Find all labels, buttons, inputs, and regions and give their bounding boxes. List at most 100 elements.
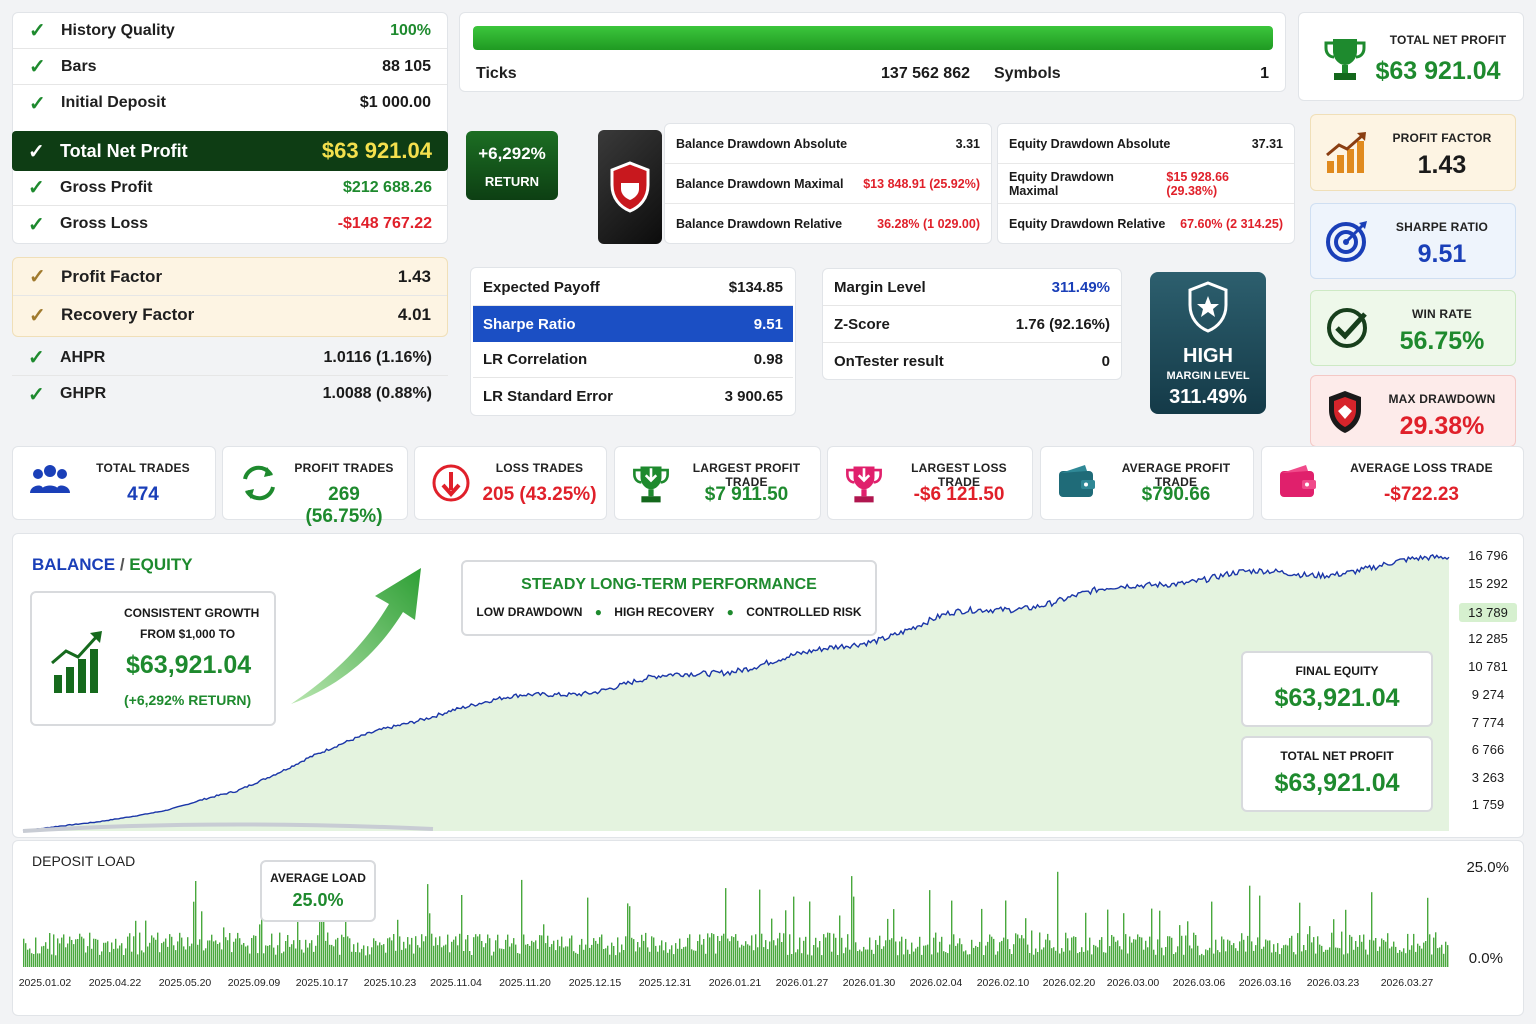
deposit-load-bar (1193, 932, 1195, 967)
deposit-load-bar (1019, 938, 1021, 967)
deposit-load-bar (1399, 950, 1401, 967)
stat-label-wrap: ✓ History Quality (29, 18, 175, 43)
average-load-box: AVERAGE LOAD 25.0% (260, 860, 376, 922)
drawdown-label: Equity Drawdown Maximal (1009, 169, 1114, 198)
deposit-load-bar (1305, 950, 1307, 967)
stat-row: ✓ History Quality 100% (13, 13, 447, 49)
deposit-load-bar (243, 943, 245, 967)
drawdown-value: 37.31 (1251, 136, 1283, 151)
deposit-load-bar (1091, 954, 1093, 967)
drawdown-label: Balance Drawdown Maximal (676, 176, 844, 191)
deposit-load-bar (339, 954, 341, 967)
deposit-load-bar (373, 938, 375, 967)
deposit-load-bar (187, 937, 189, 967)
deposit-load-bar (915, 948, 917, 967)
deposit-load-bar (477, 936, 479, 967)
total-net-profit-highlight: ✓ Total Net Profit $63 921.04 (12, 131, 448, 171)
deposit-load-bar (945, 952, 947, 967)
deposit-load-bar (911, 942, 913, 967)
deposit-load-bar (723, 933, 725, 967)
deposit-load-bar (729, 941, 731, 967)
performance-box: STEADY LONG-TERM PERFORMANCE LOW DRAWDOW… (461, 560, 877, 636)
stat-label: AHPR (60, 348, 106, 366)
deposit-load-bar (449, 952, 451, 967)
deposit-load-bar (1017, 934, 1019, 967)
deposit-load-bar (955, 945, 957, 967)
deposit-load-bar (695, 950, 697, 967)
deposit-load-bar (509, 946, 511, 967)
deposit-load-bar (47, 948, 49, 967)
deposit-load-bar (231, 952, 233, 967)
deposit-load-bar (705, 953, 707, 967)
stat-value: 88 105 (382, 57, 431, 75)
deposit-load-bar (25, 943, 27, 967)
deposit-load-bar (165, 938, 167, 967)
deposit-load-bar (521, 879, 523, 967)
deposit-load-bar (787, 954, 789, 967)
payoff-value: 3 900.65 (724, 387, 783, 405)
chart-title-equity: EQUITY (129, 555, 193, 574)
deposit-load-bar (1169, 936, 1171, 967)
deposit-load-bar (579, 944, 581, 967)
deposit-load-bar (845, 947, 847, 967)
deposit-load-bar (1361, 941, 1363, 967)
deposit-load-bar (1115, 941, 1117, 967)
deposit-load-bar (755, 934, 757, 967)
deposit-load-bar (369, 954, 371, 967)
deposit-load-bar (973, 947, 975, 967)
deposit-load-bar (583, 949, 585, 967)
deposit-load-bar (551, 944, 553, 967)
deposit-load-bar (469, 951, 471, 967)
payoff-row: LR Correlation 0.98 (473, 342, 793, 378)
deposit-load-bar (197, 944, 199, 967)
deposit-load-bar (721, 935, 723, 967)
deposit-load-bar (867, 949, 869, 967)
deposit-load-bar (427, 884, 429, 967)
deposit-load-bar (1131, 942, 1133, 967)
total-net-profit-box: TOTAL NET PROFIT $63,921.04 (1241, 736, 1433, 812)
stat-label: Gross Loss (60, 215, 149, 232)
deposit-load-bar (737, 940, 739, 967)
deposit-load-bar (569, 938, 571, 967)
deposit-load-bar (833, 933, 835, 967)
deposit-load-bar (127, 936, 129, 967)
growth-chart-icon (51, 631, 102, 693)
deposit-load-bar (917, 946, 919, 967)
deposit-load-bar (711, 933, 713, 967)
ticks-value: 137 562 862 (881, 65, 970, 82)
deposit-load-bar (335, 939, 337, 967)
deposit-load-bar (271, 933, 273, 967)
deposit-load-bar (479, 934, 481, 967)
deposit-load-bar (279, 932, 281, 967)
deposit-load-bar (649, 951, 651, 967)
deposit-load-bar (699, 934, 701, 967)
deposit-load-bar (981, 908, 983, 967)
deposit-load-bar (993, 938, 995, 967)
deposit-load-bar (541, 935, 543, 967)
deposit-load-bar (1227, 939, 1229, 967)
deposit-load-bar (739, 947, 741, 967)
deposit-load-bar (425, 936, 427, 967)
stat-label-wrap: ✓ GHPR (28, 382, 106, 407)
deposit-load-bar (599, 937, 601, 967)
deposit-load-bar (1163, 955, 1165, 967)
deposit-load-bar (537, 948, 539, 967)
deposit-load-bar (1379, 946, 1381, 967)
deposit-load-bar (1043, 947, 1045, 967)
drawdown-value: 67.60% (2 314.25) (1180, 217, 1283, 231)
deposit-load-bar (371, 947, 373, 967)
deposit-load-bar (1095, 945, 1097, 967)
deposit-load-bar (49, 933, 51, 967)
deposit-load-bar (759, 889, 761, 967)
deposit-load-bar (1283, 945, 1285, 967)
deposit-load-bar (451, 941, 453, 967)
margin-label: OnTester result (834, 353, 944, 370)
deposit-load-bar (831, 951, 833, 967)
deposit-load-bar (597, 943, 599, 967)
deposit-load-bar (741, 944, 743, 967)
deposit-load-bar (1441, 944, 1443, 967)
deposit-load-bar (637, 942, 639, 967)
deposit-load-bar (943, 951, 945, 967)
drawdown-row: Balance Drawdown Relative 36.28% (1 029.0… (665, 204, 991, 244)
deposit-load-bar (1429, 934, 1431, 967)
